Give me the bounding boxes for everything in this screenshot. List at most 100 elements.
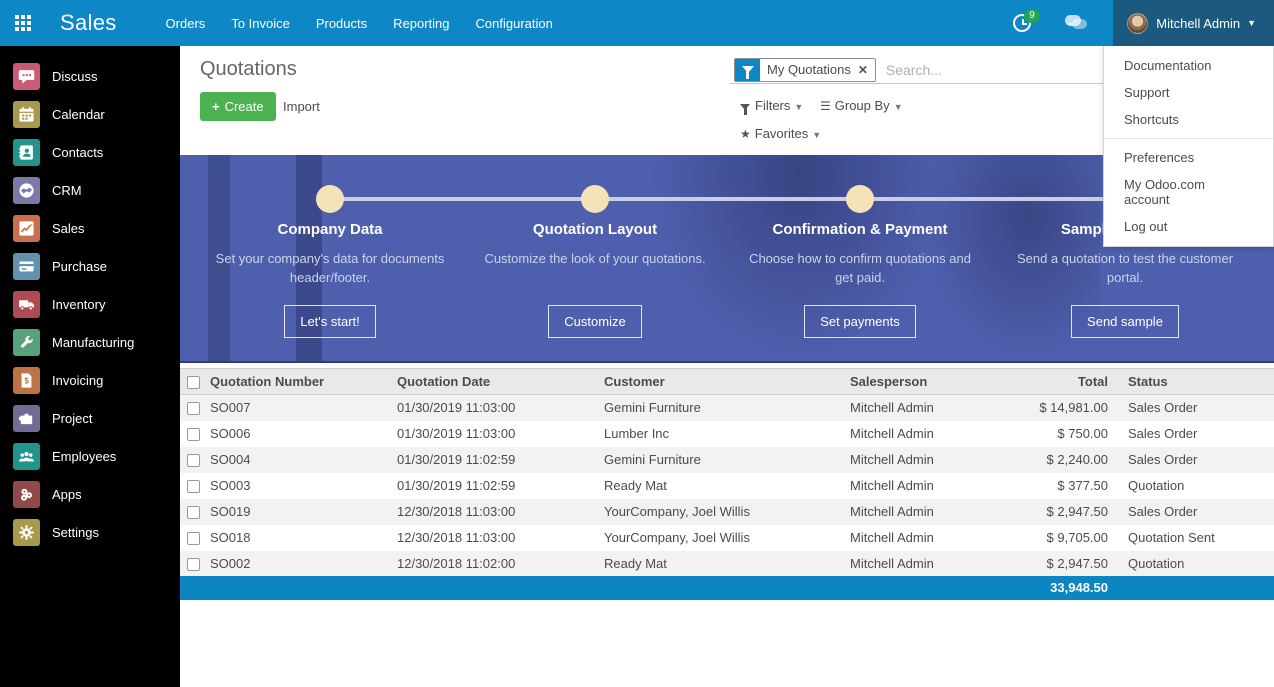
- user-name: Mitchell Admin: [1156, 16, 1240, 31]
- table-header-row: Quotation Number Quotation Date Customer…: [180, 369, 1274, 395]
- sidebar-item-invoicing[interactable]: $ Invoicing: [0, 361, 180, 399]
- col-salesperson[interactable]: Salesperson: [850, 369, 1015, 395]
- table-row[interactable]: SO00212/30/2018 11:02:00Ready MatMitchel…: [180, 551, 1274, 577]
- apps-grid-icon[interactable]: [15, 15, 32, 32]
- chevron-down-icon: ▼: [1247, 18, 1256, 28]
- table-row[interactable]: SO00401/30/2019 11:02:59Gemini Furniture…: [180, 447, 1274, 473]
- messages-icon[interactable]: [1065, 15, 1087, 31]
- page-title: Quotations: [200, 58, 297, 81]
- quotations-table: Quotation Number Quotation Date Customer…: [180, 368, 1274, 577]
- purchase-icon: [13, 253, 40, 280]
- facet-label: My Quotations: [767, 62, 851, 77]
- row-checkbox[interactable]: [187, 558, 200, 571]
- settings-gear-icon: [13, 519, 40, 546]
- step-dot-1: [316, 185, 344, 213]
- group-by-icon: ☰: [820, 99, 831, 113]
- menu-item-shortcuts[interactable]: Shortcuts: [1104, 106, 1273, 133]
- menu-item-support[interactable]: Support: [1104, 79, 1273, 106]
- send-sample-button[interactable]: Send sample: [1071, 305, 1179, 338]
- table-row[interactable]: SO00301/30/2019 11:02:59Ready MatMitchel…: [180, 473, 1274, 499]
- apps-sidebar: Discuss Calendar Contacts CRM Sales: [0, 46, 180, 687]
- row-checkbox[interactable]: [187, 532, 200, 545]
- sidebar-label: Settings: [52, 525, 99, 540]
- row-checkbox[interactable]: [187, 454, 200, 467]
- step-dot-2: [581, 185, 609, 213]
- onboarding-step-confirmation-payment: Confirmation & Payment Choose how to con…: [745, 221, 975, 338]
- step-dot-3: [846, 185, 874, 213]
- search-facet: My Quotations ✕: [734, 58, 876, 82]
- odoo-sales-app: Sales Orders To Invoice Products Reporti…: [0, 0, 1274, 687]
- plus-icon: +: [212, 99, 220, 114]
- row-checkbox[interactable]: [187, 402, 200, 415]
- top-navbar: Sales Orders To Invoice Products Reporti…: [0, 0, 1274, 46]
- sidebar-label: Manufacturing: [52, 335, 134, 350]
- menu-item-odoo-account[interactable]: My Odoo.com account: [1104, 171, 1273, 213]
- sidebar-item-discuss[interactable]: Discuss: [0, 57, 180, 95]
- table-row[interactable]: SO01912/30/2018 11:03:00YourCompany, Joe…: [180, 499, 1274, 525]
- col-status[interactable]: Status: [1113, 369, 1274, 395]
- funnel-icon: [740, 104, 750, 110]
- row-checkbox[interactable]: [187, 428, 200, 441]
- inventory-icon: [13, 291, 40, 318]
- filters-dropdown[interactable]: Filters▼: [740, 98, 803, 113]
- calendar-icon: [13, 101, 40, 128]
- topbar-right: 9 Mitchell Admin ▼: [1013, 0, 1274, 46]
- sidebar-item-calendar[interactable]: Calendar: [0, 95, 180, 133]
- menu-item-logout[interactable]: Log out: [1104, 213, 1273, 240]
- menu-item-documentation[interactable]: Documentation: [1104, 52, 1273, 79]
- search-input[interactable]: Search...: [886, 62, 942, 78]
- onboarding-step-company-data: Company Data Set your company's data for…: [215, 221, 445, 338]
- menu-to-invoice[interactable]: To Invoice: [220, 10, 301, 37]
- favorites-dropdown[interactable]: ★Favorites▼: [740, 126, 821, 141]
- col-quotation-date[interactable]: Quotation Date: [397, 369, 604, 395]
- sidebar-item-sales[interactable]: Sales: [0, 209, 180, 247]
- col-total[interactable]: Total: [1015, 369, 1113, 395]
- menu-configuration[interactable]: Configuration: [465, 10, 564, 37]
- set-payments-button[interactable]: Set payments: [804, 305, 916, 338]
- app-brand[interactable]: Sales: [60, 10, 117, 36]
- sidebar-item-employees[interactable]: Employees: [0, 437, 180, 475]
- table-row[interactable]: SO00701/30/2019 11:03:00Gemini Furniture…: [180, 395, 1274, 421]
- user-menu-button[interactable]: Mitchell Admin ▼: [1113, 0, 1274, 46]
- lets-start-button[interactable]: Let's start!: [284, 305, 376, 338]
- sidebar-item-crm[interactable]: CRM: [0, 171, 180, 209]
- menu-reporting[interactable]: Reporting: [382, 10, 460, 37]
- sidebar-item-manufacturing[interactable]: Manufacturing: [0, 323, 180, 361]
- crm-icon: [13, 177, 40, 204]
- invoicing-icon: $: [13, 367, 40, 394]
- facet-remove-icon[interactable]: ✕: [858, 63, 868, 77]
- menu-item-preferences[interactable]: Preferences: [1104, 144, 1273, 171]
- customize-button[interactable]: Customize: [548, 305, 641, 338]
- menu-orders[interactable]: Orders: [155, 10, 217, 37]
- contacts-icon: [13, 139, 40, 166]
- sidebar-item-settings[interactable]: Settings: [0, 513, 180, 551]
- sidebar-label: Contacts: [52, 145, 103, 160]
- col-quotation-number[interactable]: Quotation Number: [210, 369, 397, 395]
- project-icon: [13, 405, 40, 432]
- create-button[interactable]: +Create: [200, 92, 276, 121]
- col-customer[interactable]: Customer: [604, 369, 850, 395]
- group-by-dropdown[interactable]: ☰Group By▼: [820, 98, 903, 113]
- onboarding-timeline: [330, 197, 1130, 201]
- activity-clock-icon[interactable]: 9: [1013, 14, 1031, 32]
- sidebar-label: Sales: [52, 221, 85, 236]
- svg-text:$: $: [24, 376, 29, 385]
- table-row[interactable]: SO00601/30/2019 11:03:00Lumber IncMitche…: [180, 421, 1274, 447]
- sidebar-item-purchase[interactable]: Purchase: [0, 247, 180, 285]
- discuss-icon: [13, 63, 40, 90]
- activity-count-badge: 9: [1024, 9, 1040, 23]
- row-checkbox[interactable]: [187, 506, 200, 519]
- sidebar-item-contacts[interactable]: Contacts: [0, 133, 180, 171]
- import-button[interactable]: Import: [283, 99, 320, 114]
- grand-total: 33,948.50: [1050, 580, 1108, 595]
- apps-icon: [13, 481, 40, 508]
- select-all-checkbox[interactable]: [187, 376, 200, 389]
- table-row[interactable]: SO01812/30/2018 11:03:00YourCompany, Joe…: [180, 525, 1274, 551]
- sidebar-item-project[interactable]: Project: [0, 399, 180, 437]
- menu-products[interactable]: Products: [305, 10, 378, 37]
- sidebar-label: Employees: [52, 449, 116, 464]
- sidebar-item-inventory[interactable]: Inventory: [0, 285, 180, 323]
- sidebar-label: Inventory: [52, 297, 105, 312]
- sidebar-item-apps[interactable]: Apps: [0, 475, 180, 513]
- row-checkbox[interactable]: [187, 480, 200, 493]
